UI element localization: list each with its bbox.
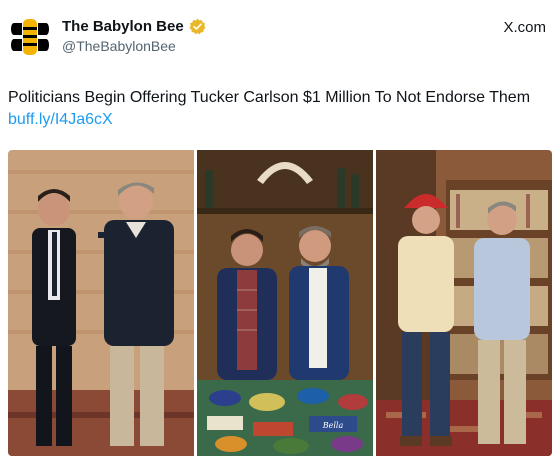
tweet-link[interactable]: buff.ly/I4Ja6cX	[8, 110, 113, 130]
photo-1[interactable]	[8, 150, 194, 456]
photo-two-men-wooden-wall	[8, 150, 194, 456]
photo-two-men-bookshelf	[376, 150, 552, 456]
verified-badge-icon	[189, 18, 206, 35]
avatar[interactable]	[8, 15, 52, 59]
photo-2[interactable]: Bella	[197, 150, 373, 456]
display-name[interactable]: The Babylon Bee	[62, 18, 184, 35]
tweet-card[interactable]: The Babylon Bee @TheBabylonBee X.com Pol…	[0, 0, 560, 475]
source-label: X.com	[503, 19, 546, 36]
tweet-text: Politicians Begin Offering Tucker Carlso…	[8, 89, 531, 106]
handle[interactable]: @TheBabylonBee	[62, 38, 176, 54]
bee-logo-icon	[11, 19, 49, 55]
photo-3[interactable]	[376, 150, 552, 456]
name-row: The Babylon Bee	[62, 18, 206, 35]
photo-two-men-cabin-table: Bella	[197, 150, 373, 456]
photo-grid: Bella	[8, 150, 552, 456]
table-sticker-label: Bella	[322, 421, 344, 430]
